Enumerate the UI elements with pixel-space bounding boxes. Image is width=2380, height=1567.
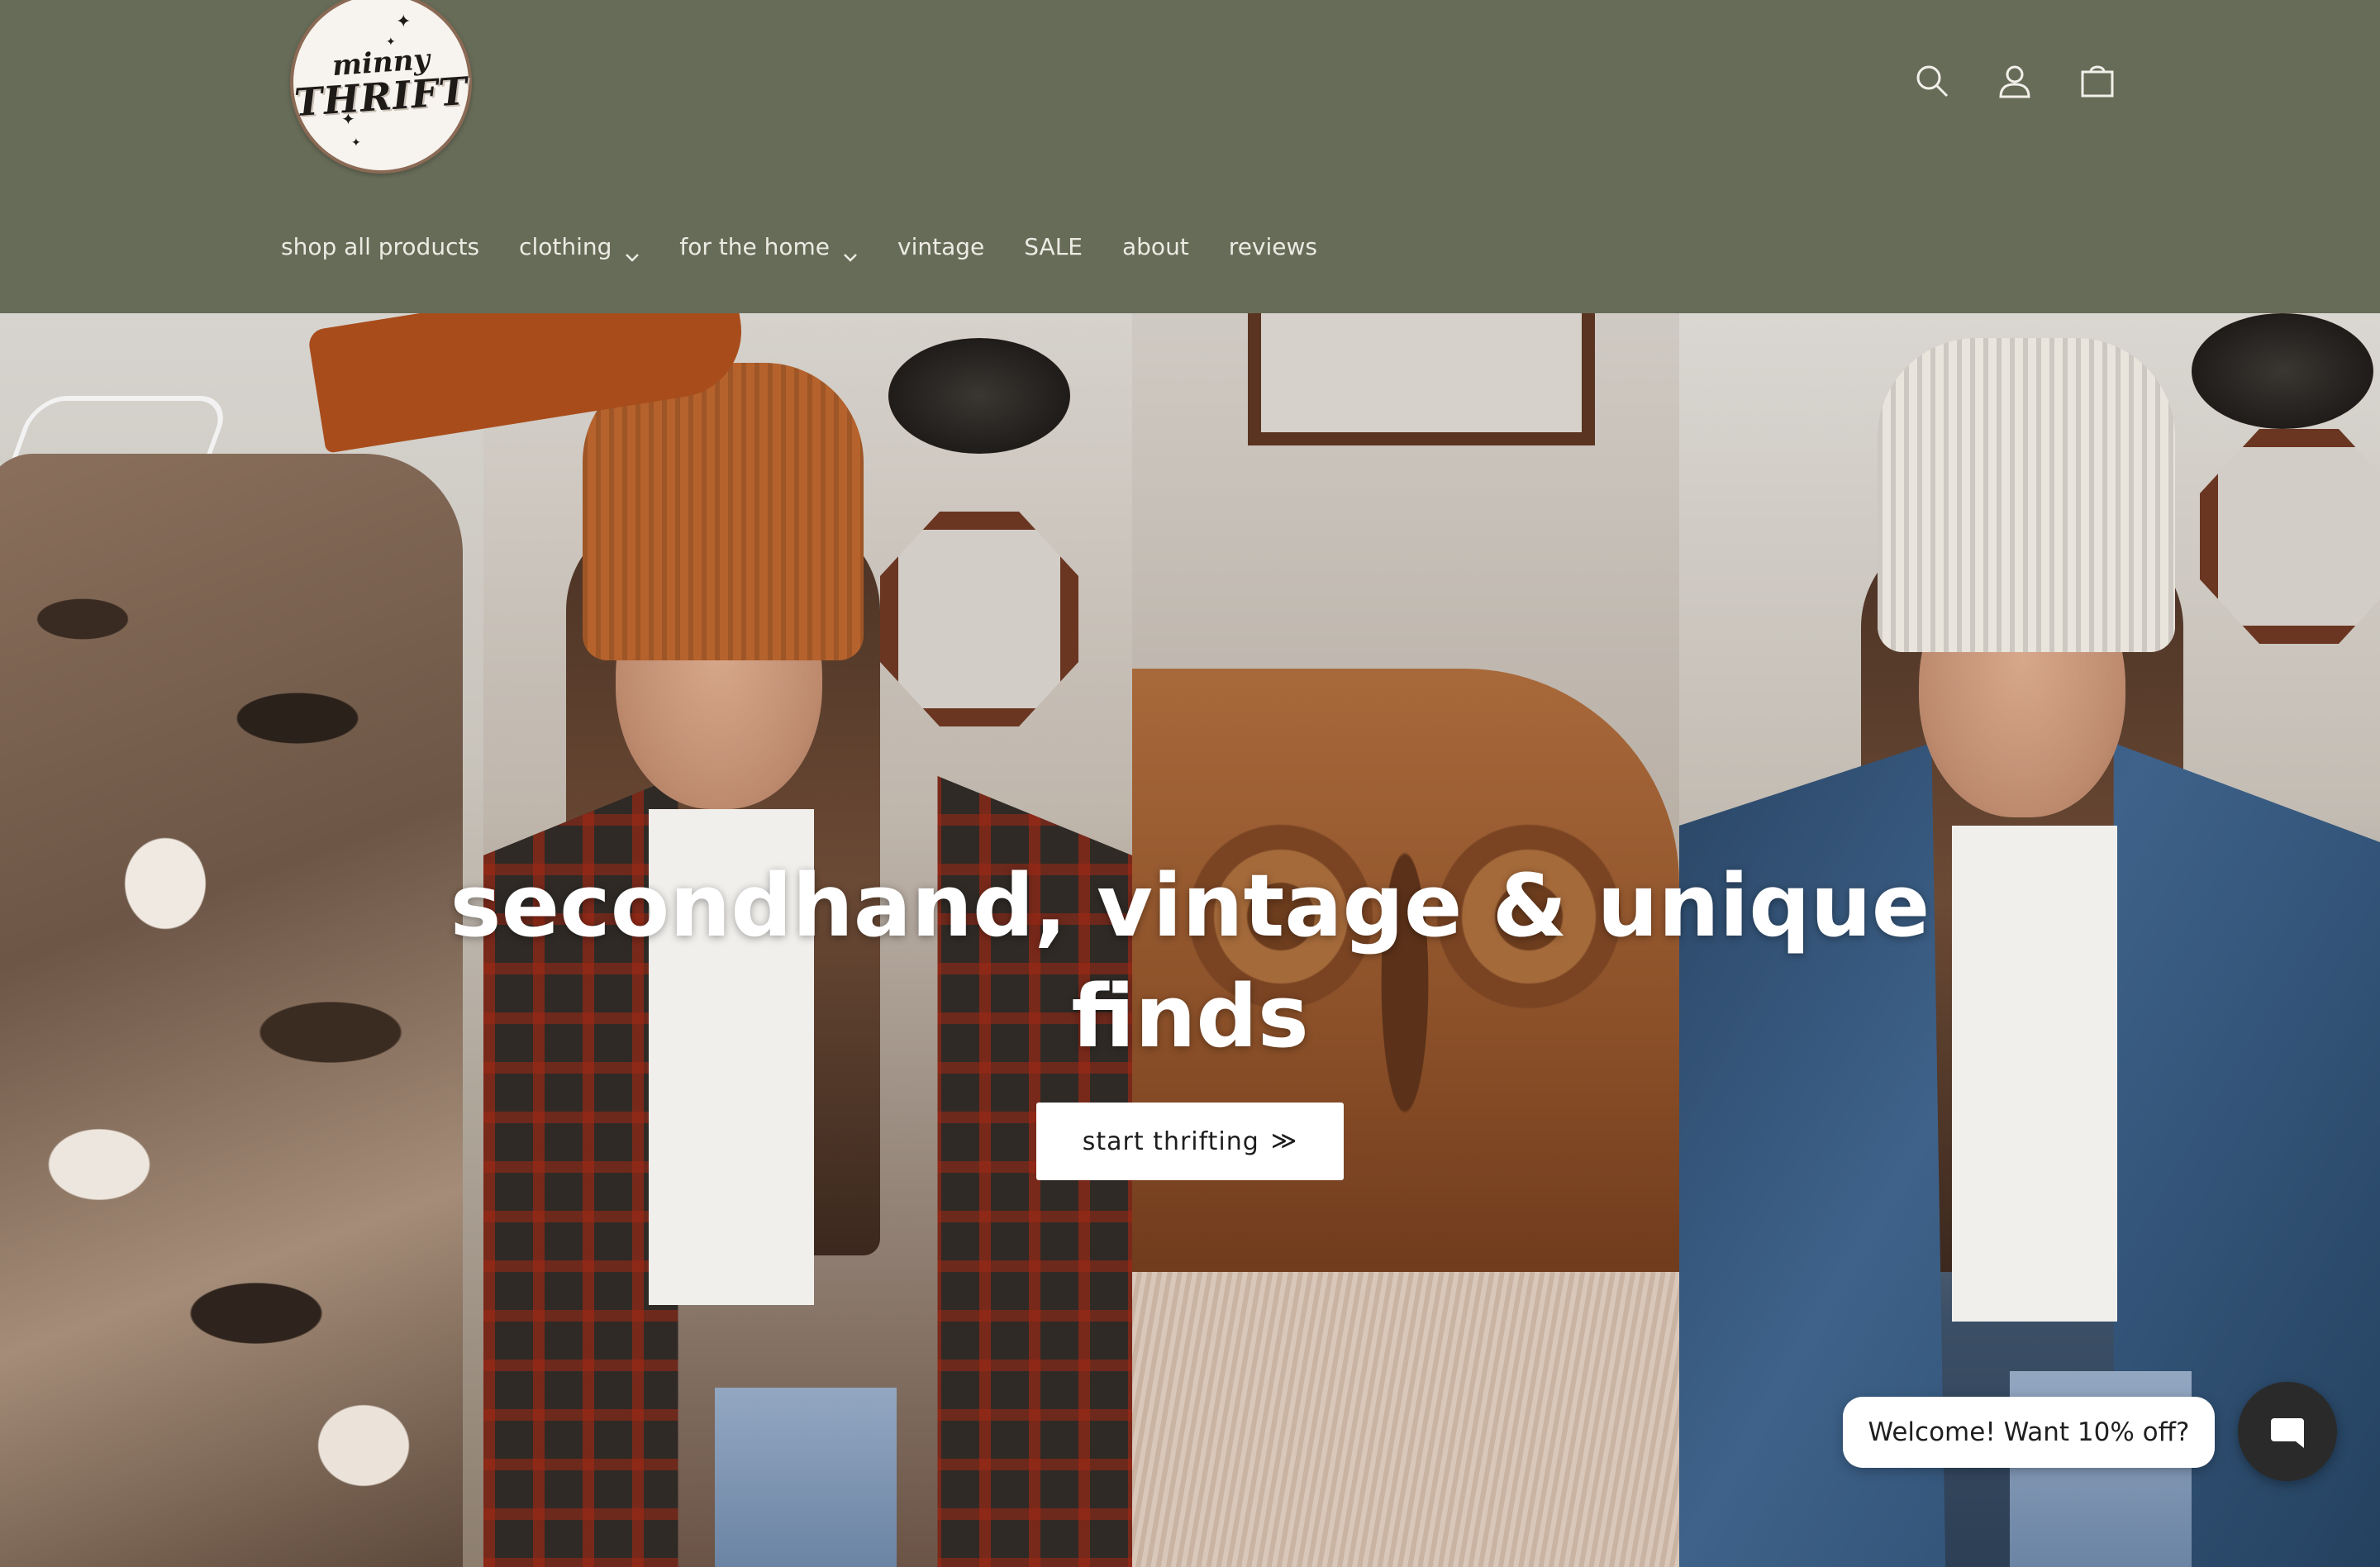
octagon-mirror <box>2200 429 2380 644</box>
orange-beanie <box>583 363 864 660</box>
cart-icon <box>2081 65 2114 98</box>
start-thrifting-button[interactable]: start thrifting ≫ <box>1036 1103 1344 1180</box>
nav-item-about[interactable]: about <box>1122 233 1189 260</box>
white-beanie <box>1878 338 2175 652</box>
cta-label: start thrifting <box>1082 1126 1259 1156</box>
sparkle-icon: ✦ <box>396 12 412 32</box>
hero-banner: secondhand, vintage & unique finds start… <box>0 313 2380 1567</box>
chat-bubble-text: Welcome! Want 10% off? <box>1868 1417 2190 1447</box>
nav-item-label: about <box>1122 232 1189 260</box>
main-nav: shop all products clothing for the home … <box>281 223 1357 269</box>
logo-text-bottom: THRIFT <box>293 68 469 126</box>
hero-title: secondhand, vintage & unique finds <box>450 855 1930 1067</box>
site-logo[interactable]: ✦ ✦ ✦ ✦ minny THRIFT <box>290 0 472 174</box>
nav-item-reviews[interactable]: reviews <box>1229 233 1317 260</box>
chat-icon <box>2271 1418 2304 1448</box>
site-header: ✦ ✦ ✦ ✦ minny THRIFT shop all products c… <box>0 0 2380 313</box>
nav-item-label: SALE <box>1024 232 1083 260</box>
nav-item-label: shop all products <box>281 232 480 260</box>
double-chevron-right-icon: ≫ <box>1270 1126 1298 1155</box>
account-icon <box>1999 65 2030 98</box>
picture-frame <box>1248 313 1595 445</box>
nav-item-vintage[interactable]: vintage <box>897 233 984 260</box>
nav-item-shop-all[interactable]: shop all products <box>281 233 479 260</box>
wall-plaque <box>888 338 1070 454</box>
sparkle-icon: ✦ <box>351 136 361 150</box>
fur-rug <box>1132 1272 1679 1567</box>
nav-item-for-the-home[interactable]: for the home <box>679 232 858 262</box>
account-button[interactable] <box>1993 58 2036 104</box>
chevron-down-icon <box>625 241 640 262</box>
nav-item-label: vintage <box>897 232 985 260</box>
search-button[interactable] <box>1911 58 1954 104</box>
header-icons <box>1911 58 2119 104</box>
nav-item-clothing[interactable]: clothing <box>519 232 640 262</box>
nav-item-sale[interactable]: SALE <box>1024 233 1083 260</box>
octagon-mirror <box>880 512 1078 726</box>
nav-item-label: clothing <box>519 232 612 260</box>
jeans <box>715 1388 897 1567</box>
chevron-down-icon <box>843 241 858 262</box>
cart-button[interactable] <box>2076 58 2119 104</box>
wall-plaque <box>2192 313 2373 429</box>
chat-launcher-button[interactable] <box>2238 1382 2337 1481</box>
search-icon <box>1916 65 1949 98</box>
nav-item-label: for the home <box>679 232 831 260</box>
chat-welcome-bubble[interactable]: Welcome! Want 10% off? <box>1843 1397 2215 1468</box>
nav-item-label: reviews <box>1228 232 1317 260</box>
